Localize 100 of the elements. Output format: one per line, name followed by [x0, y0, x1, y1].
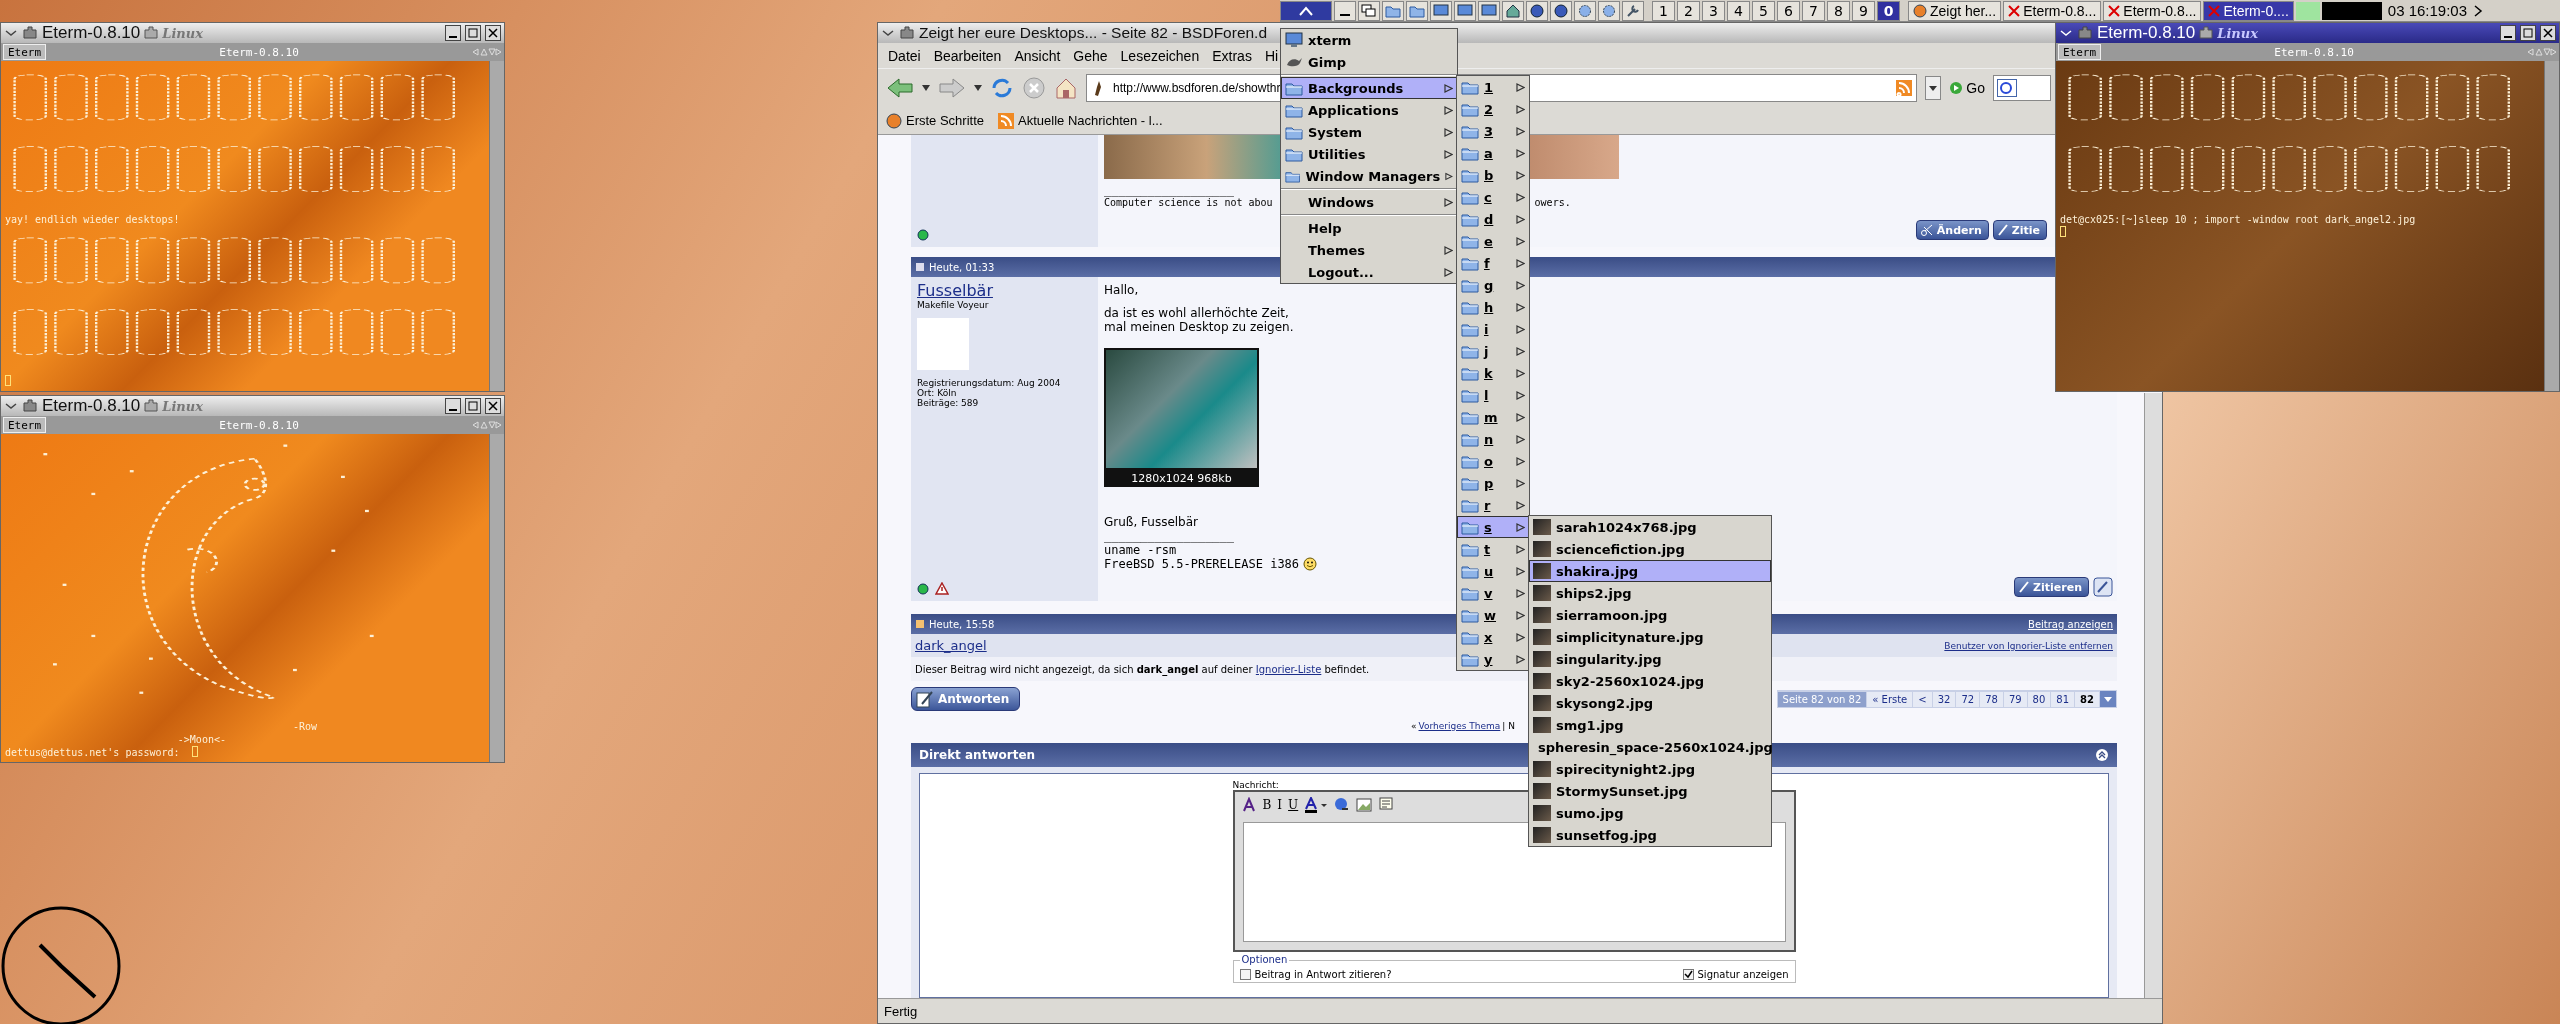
- window-menu-icon[interactable]: [2059, 28, 2073, 38]
- launcher-button[interactable]: [1502, 0, 1524, 21]
- show-post-link[interactable]: Beitrag anzeigen: [2028, 618, 2113, 630]
- maximize-icon[interactable]: [465, 398, 481, 414]
- menu-item[interactable]: simplicitynature.jpg: [1529, 626, 1771, 648]
- page-link[interactable]: 72: [1956, 691, 1980, 707]
- quote-button[interactable]: Zitieren: [2014, 577, 2089, 597]
- terminal-tab[interactable]: Eterm: [2058, 44, 2102, 60]
- menu-item[interactable]: k: [1457, 362, 1529, 384]
- multi-quote-icon[interactable]: [2093, 577, 2113, 597]
- menu-item[interactable]: sierramoon.jpg: [1529, 604, 1771, 626]
- menu-item[interactable]: 2: [1457, 98, 1529, 120]
- menu-item[interactable]: sarah1024x768.jpg: [1529, 516, 1771, 538]
- window-list-button[interactable]: [1358, 0, 1380, 21]
- page-link[interactable]: 79: [2003, 691, 2027, 707]
- menu-item[interactable]: Gimp: [1281, 51, 1457, 73]
- back-arrow-icon[interactable]: [886, 77, 914, 99]
- menu-item[interactable]: u: [1457, 560, 1529, 582]
- task-button[interactable]: Eterm-0....: [2203, 0, 2294, 21]
- menu-item[interactable]: f: [1457, 252, 1529, 274]
- desktop-button[interactable]: 6: [1777, 0, 1800, 21]
- menu-item[interactable]: sumo.jpg: [1529, 802, 1771, 824]
- window-menu-icon[interactable]: [4, 401, 18, 411]
- launcher-button[interactable]: [1550, 0, 1572, 21]
- reload-icon[interactable]: [990, 76, 1014, 100]
- menu-item[interactable]: Gehe: [1073, 47, 1108, 64]
- author-link[interactable]: Fusselbär: [917, 281, 1092, 300]
- launcher-button[interactable]: [1430, 0, 1452, 21]
- checkbox-option[interactable]: Signatur anzeigen: [1682, 969, 1789, 980]
- underline-button[interactable]: U: [1288, 798, 1299, 812]
- menu-item[interactable]: skysong2.jpg: [1529, 692, 1771, 714]
- checkbox[interactable]: [1239, 969, 1251, 980]
- minimize-all-button[interactable]: [1334, 0, 1356, 21]
- menu-item[interactable]: h: [1457, 296, 1529, 318]
- menu-item[interactable]: sunsetfog.jpg: [1529, 824, 1771, 846]
- menu-item[interactable]: b: [1457, 164, 1529, 186]
- menu-item[interactable]: Backgrounds: [1281, 77, 1457, 99]
- menu-item[interactable]: p: [1457, 472, 1529, 494]
- task-button[interactable]: Zeigt her...: [1908, 0, 2002, 21]
- screenshot-thumbnail[interactable]: 1280x1024 968kb: [1104, 348, 1259, 487]
- menu-item[interactable]: t: [1457, 538, 1529, 560]
- menu-item[interactable]: g: [1457, 274, 1529, 296]
- page-link[interactable]: 82: [2075, 691, 2099, 707]
- page-link[interactable]: 80: [2027, 691, 2051, 707]
- menu-item[interactable]: ships2.jpg: [1529, 582, 1771, 604]
- menu-item[interactable]: w: [1457, 604, 1529, 626]
- message-input[interactable]: [1242, 822, 1786, 942]
- menu-item[interactable]: Datei: [888, 47, 921, 64]
- menu-item[interactable]: Hi: [1264, 47, 1279, 64]
- window-menu-icon[interactable]: [4, 28, 18, 38]
- launcher-button[interactable]: [1622, 0, 1644, 21]
- menu-item[interactable]: spirecitynight2.jpg: [1529, 758, 1771, 780]
- stop-icon[interactable]: [1022, 76, 1046, 100]
- menu-item[interactable]: s: [1457, 516, 1529, 538]
- desktop-button[interactable]: 2: [1677, 0, 1700, 21]
- menu-item[interactable]: smg1.jpg: [1529, 714, 1771, 736]
- menu-item[interactable]: sky2-2560x1024.jpg: [1529, 670, 1771, 692]
- menu-item[interactable]: Windows: [1281, 191, 1457, 213]
- menu-item[interactable]: StormySunset.jpg: [1529, 780, 1771, 802]
- menu-item[interactable]: j: [1457, 340, 1529, 362]
- page-link[interactable]: <: [1913, 691, 1932, 707]
- menu-item[interactable]: singularity.jpg: [1529, 648, 1771, 670]
- menu-item[interactable]: sciencefiction.jpg: [1529, 538, 1771, 560]
- window-titlebar[interactable]: Eterm-0.8.10 Linux: [2056, 23, 2559, 43]
- task-button[interactable]: Eterm-0.8...: [2103, 0, 2202, 21]
- menu-item[interactable]: 1: [1457, 76, 1529, 98]
- menu-item[interactable]: m: [1457, 406, 1529, 428]
- menu-item[interactable]: Extras: [1212, 47, 1252, 64]
- desktop-button[interactable]: 5: [1752, 0, 1775, 21]
- close-icon[interactable]: [2540, 25, 2556, 41]
- bookmark-link[interactable]: Aktuelle Nachrichten - l...: [998, 112, 1163, 129]
- menu-item[interactable]: r: [1457, 494, 1529, 516]
- remove-from-ignore-link[interactable]: Benutzer von Ignorier-Liste entfernen: [1944, 640, 2113, 651]
- checkbox[interactable]: [1682, 969, 1694, 980]
- menu-item[interactable]: i: [1457, 318, 1529, 340]
- caret-icon[interactable]: [2473, 4, 2484, 17]
- home-icon[interactable]: [1054, 76, 1078, 100]
- menu-item[interactable]: c: [1457, 186, 1529, 208]
- menu-item[interactable]: n: [1457, 428, 1529, 450]
- bold-button[interactable]: B: [1262, 798, 1272, 812]
- caret-icon[interactable]: [974, 85, 982, 91]
- menu-item[interactable]: System: [1281, 121, 1457, 143]
- dropdown-icon[interactable]: [1925, 76, 1942, 100]
- window-menu-icon[interactable]: [881, 28, 895, 38]
- text-color-icon[interactable]: [1304, 797, 1329, 813]
- launcher-button[interactable]: [1454, 0, 1476, 21]
- bookmark-link[interactable]: Erste Schritte: [886, 112, 985, 129]
- previous-thread-link[interactable]: Vorheriges Thema: [1418, 721, 1501, 731]
- menu-item[interactable]: x: [1457, 626, 1529, 648]
- page-link[interactable]: 32: [1932, 691, 1956, 707]
- menu-item[interactable]: Window Managers: [1281, 165, 1457, 187]
- go-button[interactable]: Go: [1949, 80, 1985, 96]
- scrollbar[interactable]: [489, 61, 504, 391]
- task-button[interactable]: Eterm-0.8...: [2003, 0, 2102, 21]
- menu-item[interactable]: v: [1457, 582, 1529, 604]
- desktop-button[interactable]: 4: [1727, 0, 1750, 21]
- warning-icon[interactable]: [935, 582, 949, 595]
- maximize-icon[interactable]: [2520, 25, 2536, 41]
- window-titlebar[interactable]: Eterm-0.8.10 Linux: [1, 396, 504, 416]
- page-link[interactable]: 78: [1980, 691, 2003, 707]
